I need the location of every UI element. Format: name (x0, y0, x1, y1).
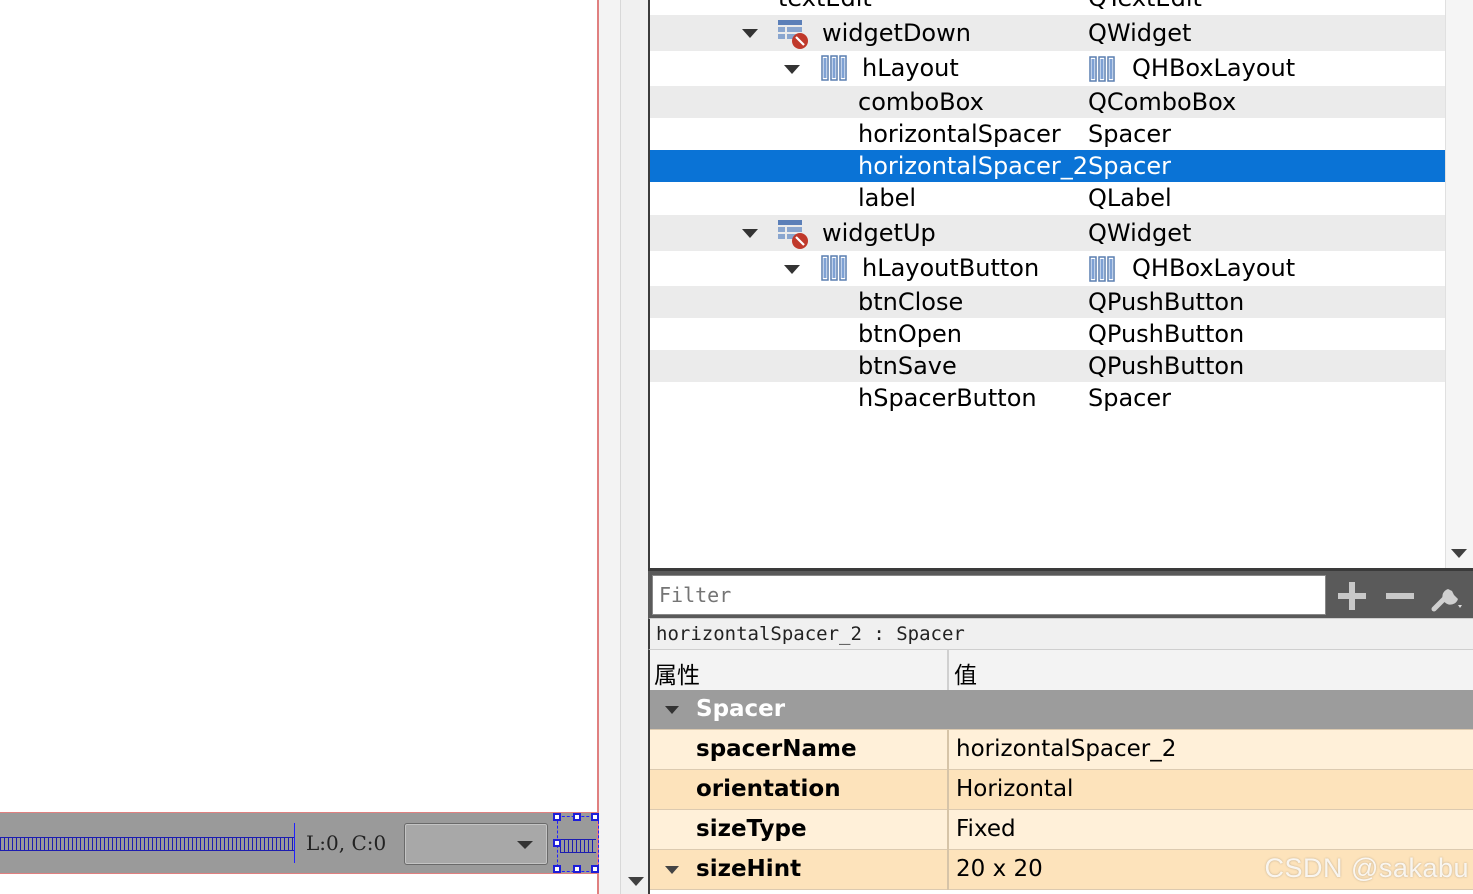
tree-row[interactable]: comboBox QComboBox (650, 86, 1446, 118)
tree-row-class-name: Spacer (1088, 384, 1172, 412)
widget-down-preview[interactable]: L:0, C:0 (0, 812, 599, 874)
property-name: spacerName (696, 736, 857, 762)
property-row-orientation[interactable]: orientation Horizontal (650, 770, 1473, 810)
tree-row[interactable]: btnOpen QPushButton (650, 318, 1446, 350)
property-row-spacername[interactable]: spacerName horizontalSpacer_2 (650, 730, 1473, 770)
property-name: sizeType (696, 816, 807, 842)
wrench-icon (1431, 589, 1462, 612)
tree-row[interactable]: widgetDown QWidget (650, 15, 1446, 51)
column-divider (947, 770, 949, 810)
tree-row-class-name: QPushButton (1088, 288, 1245, 316)
tree-row-class-name: QWidget (1088, 219, 1192, 247)
property-group-label: Spacer (696, 696, 786, 722)
property-name: sizeHint (696, 856, 802, 882)
property-filter-toolbar (648, 568, 1473, 618)
tree-row-class-name: Spacer (1088, 120, 1172, 148)
watermark: CSDN @sakabu (1264, 853, 1469, 883)
resize-handle[interactable] (553, 813, 561, 821)
property-value[interactable]: 20 x 20 (956, 856, 1043, 882)
add-property-button[interactable] (1332, 577, 1372, 615)
plus-icon (1338, 582, 1366, 610)
layout-separator (294, 823, 295, 863)
tree-row-object-name: widgetUp (822, 219, 936, 247)
property-table-header: 属性 值 (650, 650, 1473, 691)
tree-row[interactable]: horizontalSpacer_2 Spacer (650, 150, 1446, 182)
resize-handle[interactable] (553, 865, 561, 873)
tree-row[interactable]: hLayoutButton QHBoxLayout (650, 251, 1446, 286)
selected-spacer[interactable] (557, 816, 599, 872)
chevron-down-icon[interactable] (517, 841, 533, 849)
property-value[interactable]: Fixed (956, 816, 1016, 842)
position-label: L:0, C:0 (306, 831, 387, 855)
remove-property-button[interactable] (1380, 577, 1420, 615)
tree-row-object-name: horizontalSpacer (858, 120, 1061, 148)
form-canvas[interactable] (0, 0, 597, 894)
tree-row-object-name: hLayoutButton (862, 254, 1040, 282)
header-value[interactable]: 值 (954, 656, 977, 690)
expand-arrow-icon[interactable] (784, 264, 800, 274)
tree-row[interactable]: widgetUp QWidget (650, 215, 1446, 251)
resize-handle[interactable] (553, 839, 561, 847)
property-value[interactable]: horizontalSpacer_2 (956, 736, 1176, 762)
header-property[interactable]: 属性 (654, 656, 700, 690)
tree-row-object-name: btnSave (858, 352, 957, 380)
tree-row-object-name: btnOpen (858, 320, 962, 348)
tree-row-object-name: widgetDown (822, 19, 971, 47)
column-divider (947, 810, 949, 850)
property-row-sizetype[interactable]: sizeType Fixed (650, 810, 1473, 850)
resize-handle[interactable] (573, 865, 581, 873)
horizontal-spacer-spring-icon[interactable] (0, 837, 294, 851)
scroll-down-arrow-icon[interactable] (1451, 549, 1467, 558)
combo-box[interactable] (404, 823, 548, 865)
property-value[interactable]: Horizontal (956, 776, 1073, 802)
selected-object-label: horizontalSpacer_2 : Spacer (648, 618, 1473, 650)
tree-row-class-name: Spacer (1088, 152, 1172, 180)
resize-handle[interactable] (591, 865, 599, 873)
tree-row-class-name: QWidget (1088, 19, 1192, 47)
expand-arrow-icon[interactable] (665, 866, 679, 874)
scroll-down-arrow-icon[interactable] (628, 877, 644, 886)
splitter-gap (599, 0, 620, 894)
tree-row-class-name: QComboBox (1088, 88, 1237, 116)
configure-button[interactable] (1428, 577, 1468, 615)
collapse-icon[interactable] (665, 706, 679, 714)
tree-row[interactable]: label QLabel (650, 182, 1446, 214)
tree-row-class-name: QHBoxLayout (1132, 54, 1296, 82)
tree-row-object-name: btnClose (858, 288, 964, 316)
resize-handle[interactable] (573, 813, 581, 821)
tree-row-object-name: label (858, 184, 917, 212)
object-inspector-tree[interactable]: textEdit QTextEdit widgetDown QWidget hLayou… (648, 0, 1473, 568)
tree-row-object-name: textEdit (778, 0, 872, 14)
resize-handle[interactable] (591, 813, 599, 821)
tree-row-object-name: hLayout (862, 54, 959, 82)
tree-vertical-scrollbar[interactable] (1445, 0, 1473, 568)
expand-arrow-icon[interactable] (742, 29, 758, 38)
tree-row[interactable]: textEdit QTextEdit (650, 0, 1446, 14)
tree-row[interactable]: horizontalSpacer Spacer (650, 118, 1446, 150)
column-divider (947, 850, 949, 890)
expand-arrow-icon[interactable] (742, 229, 758, 238)
tree-row-class-name: QPushButton (1088, 352, 1245, 380)
tree-row-class-name: QHBoxLayout (1132, 254, 1296, 282)
tree-row[interactable]: btnSave QPushButton (650, 350, 1446, 382)
column-divider (947, 730, 949, 770)
tree-row[interactable]: hLayout QHBoxLayout (650, 51, 1446, 86)
property-group-spacer[interactable]: Spacer (650, 690, 1473, 730)
tree-row[interactable]: hSpacerButton Spacer (650, 382, 1446, 414)
tree-row-class-name: QLabel (1088, 184, 1172, 212)
property-name: orientation (696, 776, 841, 802)
minus-icon (1386, 593, 1414, 599)
tree-row-object-name: hSpacerButton (858, 384, 1037, 412)
tree-row-class-name: QPushButton (1088, 320, 1245, 348)
tree-row-object-name: horizontalSpacer_2 (858, 152, 1088, 180)
tree-row-object-name: comboBox (858, 88, 984, 116)
tree-row[interactable]: btnClose QPushButton (650, 286, 1446, 318)
canvas-vertical-scrollbar[interactable] (620, 0, 649, 894)
header-divider[interactable] (947, 650, 949, 690)
selected-spacer-spring-icon (560, 839, 596, 853)
tree-row-class-name: QTextEdit (1088, 0, 1202, 14)
expand-arrow-icon[interactable] (784, 64, 800, 74)
filter-input[interactable] (652, 575, 1326, 615)
